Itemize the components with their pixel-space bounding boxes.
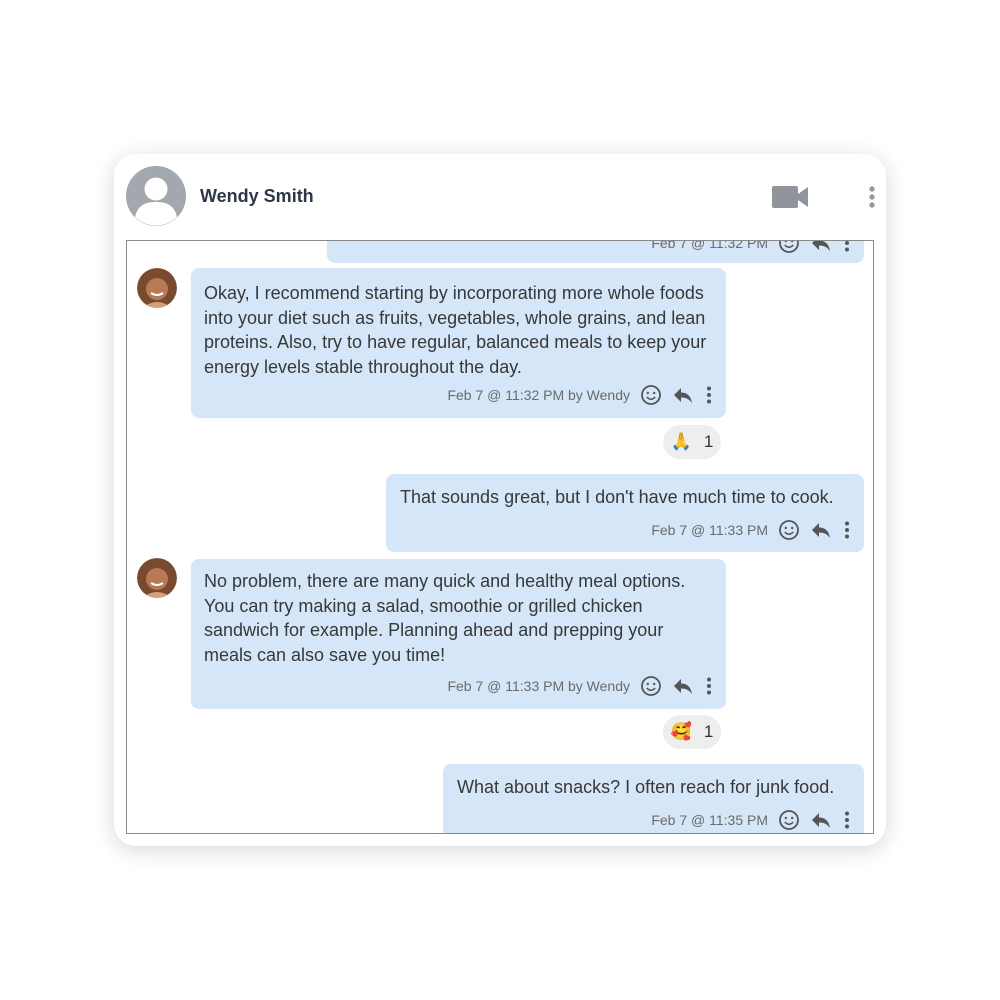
add-reaction-button[interactable] xyxy=(640,675,662,697)
message-bubble-outgoing: Feb 7 @ 11:32 PM xyxy=(327,240,864,263)
reaction-emoji: 🥰 xyxy=(670,722,692,741)
reaction-emoji: 🙏 xyxy=(670,432,692,451)
reaction-count: 1 xyxy=(703,722,714,741)
add-reaction-button[interactable] xyxy=(778,809,800,831)
message-more-button[interactable] xyxy=(704,384,714,406)
reaction-count: 1 xyxy=(703,432,714,451)
sender-avatar xyxy=(137,268,177,308)
default-user-avatar-icon xyxy=(126,166,186,226)
vertical-dots-icon xyxy=(869,186,875,208)
reply-icon xyxy=(812,241,830,251)
smiley-icon xyxy=(641,676,661,696)
chat-window: Wendy Smith Feb 7 @ 11:32 PM Okay, I rec… xyxy=(114,154,886,846)
message-more-button[interactable] xyxy=(842,519,852,541)
add-reaction-button[interactable] xyxy=(778,519,800,541)
message-list[interactable]: Feb 7 @ 11:32 PM Okay, I recommend start… xyxy=(126,240,874,834)
reaction-chip[interactable]: 🙏 1 xyxy=(663,425,721,459)
message-timestamp: Feb 7 @ 11:33 PM xyxy=(651,522,768,538)
message-text: No problem, there are many quick and hea… xyxy=(204,571,686,665)
smiley-icon xyxy=(779,241,799,253)
vertical-dots-icon xyxy=(707,677,711,695)
reply-button[interactable] xyxy=(672,675,694,697)
vertical-dots-icon xyxy=(707,386,711,404)
message-meta: Feb 7 @ 11:33 PM by Wendy xyxy=(447,675,714,697)
vertical-dots-icon xyxy=(845,521,849,539)
message-meta: Feb 7 @ 11:32 PM xyxy=(651,240,852,254)
reply-button[interactable] xyxy=(810,809,832,831)
reply-button[interactable] xyxy=(810,241,832,254)
message-timestamp: Feb 7 @ 11:32 PM by Wendy xyxy=(447,387,630,403)
message-bubble-outgoing: That sounds great, but I don't have much… xyxy=(386,474,864,552)
message-timestamp: Feb 7 @ 11:32 PM xyxy=(651,240,768,251)
reply-button[interactable] xyxy=(672,384,694,406)
vertical-dots-icon xyxy=(845,241,849,252)
reply-icon xyxy=(674,679,692,694)
message-text: What about snacks? I often reach for jun… xyxy=(457,777,835,797)
add-reaction-button[interactable] xyxy=(640,384,662,406)
add-reaction-button[interactable] xyxy=(778,241,800,254)
message-timestamp: Feb 7 @ 11:33 PM by Wendy xyxy=(447,678,630,694)
reply-icon xyxy=(812,523,830,538)
header-more-button[interactable] xyxy=(864,184,880,210)
message-timestamp: Feb 7 @ 11:35 PM xyxy=(651,812,768,828)
smiley-icon xyxy=(779,520,799,540)
smiley-icon xyxy=(779,810,799,830)
message-more-button[interactable] xyxy=(842,241,852,254)
message-text: That sounds great, but I don't have much… xyxy=(400,487,834,507)
message-meta: Feb 7 @ 11:33 PM xyxy=(651,519,852,541)
message-more-button[interactable] xyxy=(704,675,714,697)
contact-name: Wendy Smith xyxy=(200,186,314,206)
video-camera-icon xyxy=(772,186,808,208)
message-meta: Feb 7 @ 11:32 PM by Wendy xyxy=(447,384,714,406)
message-bubble-outgoing: What about snacks? I often reach for jun… xyxy=(443,764,864,833)
message-bubble-incoming: Okay, I recommend starting by incorporat… xyxy=(191,268,726,418)
smiley-icon xyxy=(641,385,661,405)
reply-button[interactable] xyxy=(810,519,832,541)
vertical-dots-icon xyxy=(845,811,849,829)
message-text: Okay, I recommend starting by incorporat… xyxy=(204,283,707,377)
sender-avatar xyxy=(137,558,177,598)
reply-icon xyxy=(812,813,830,828)
video-call-button[interactable] xyxy=(770,184,812,210)
message-meta: Feb 7 @ 11:35 PM xyxy=(651,809,852,831)
reply-icon xyxy=(674,388,692,403)
reaction-chip[interactable]: 🥰 1 xyxy=(663,715,721,749)
message-more-button[interactable] xyxy=(842,809,852,831)
message-bubble-incoming: No problem, there are many quick and hea… xyxy=(191,559,726,709)
